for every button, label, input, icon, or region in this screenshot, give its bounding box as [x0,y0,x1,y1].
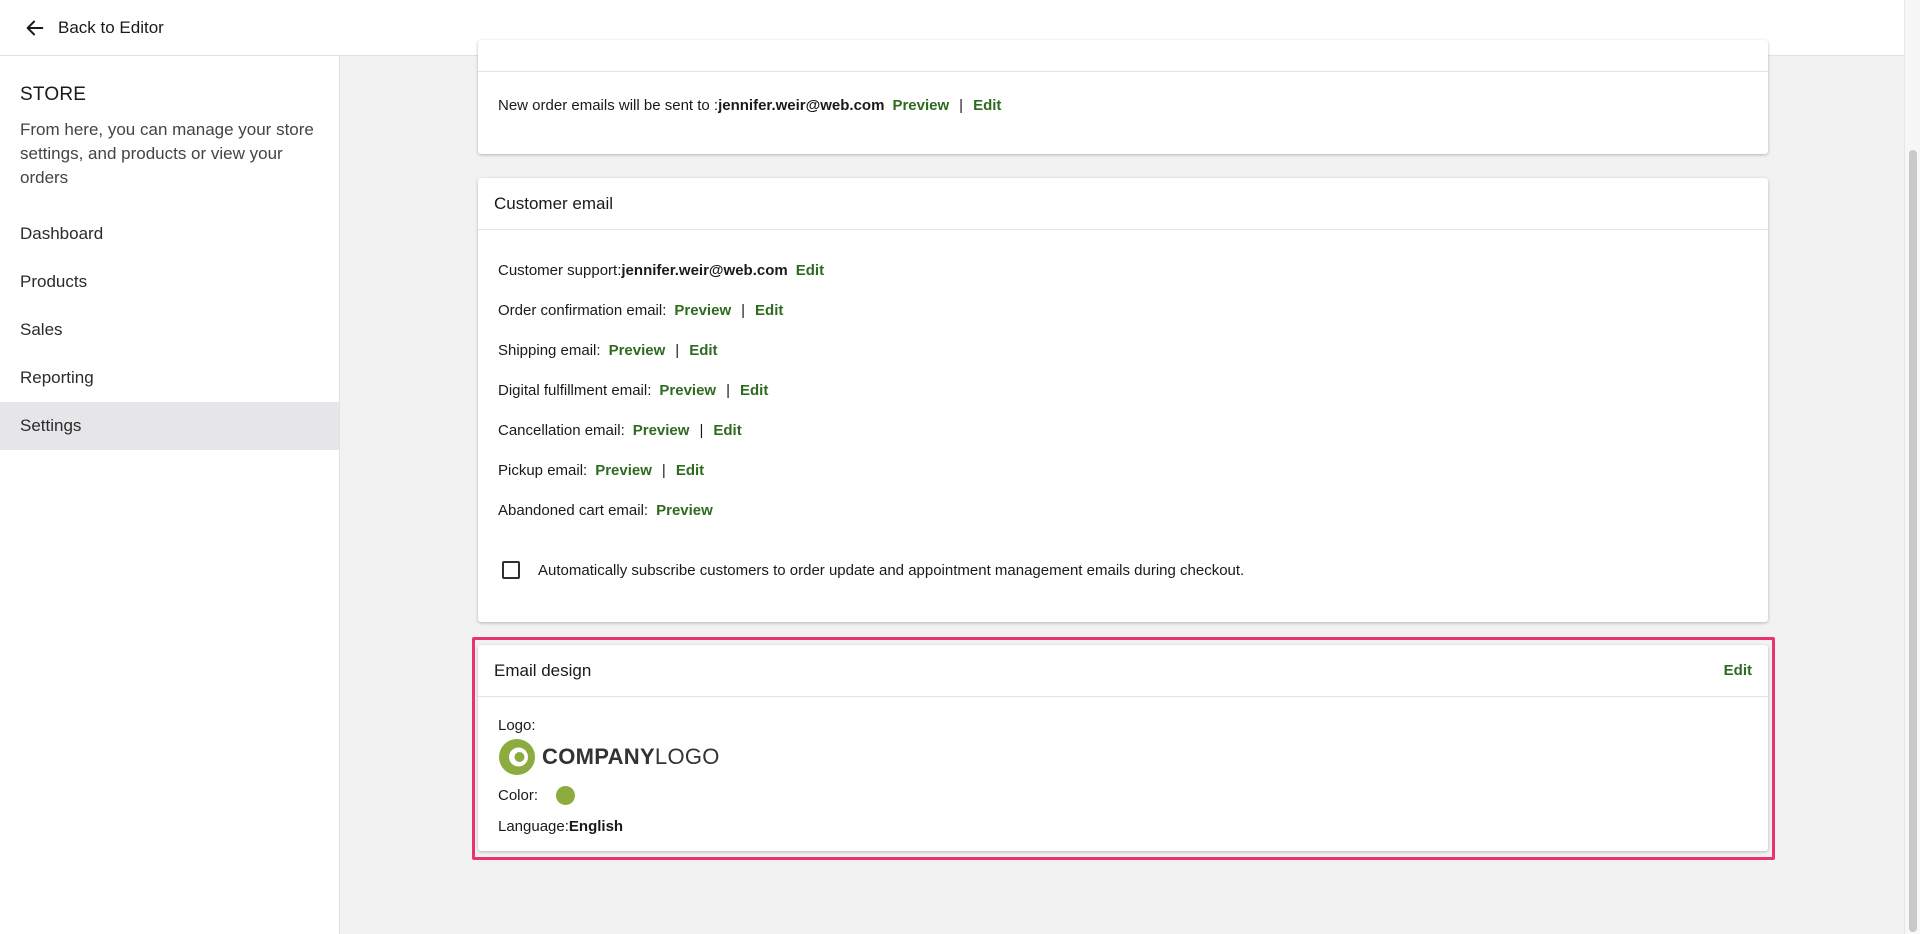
customer-email-title: Customer email [494,193,614,213]
owner-email-card: New order emails will be sent to : jenni… [478,40,1768,154]
back-to-editor-link[interactable]: Back to Editor [24,17,164,39]
order-confirmation-edit-link[interactable]: Edit [755,302,783,319]
owner-email-prefix: New order emails will be sent to : [498,96,719,114]
order-confirmation-separator: | [741,301,746,319]
pickup-email-preview-link[interactable]: Preview [595,462,652,479]
customer-support-edit-link[interactable]: Edit [796,262,824,279]
page-scrollbar[interactable] [1904,0,1920,934]
abandoned-cart-label: Abandoned cart email: [498,501,649,519]
auto-subscribe-row: Automatically subscribe customers to ord… [478,550,1768,590]
sidebar-description: From here, you can manage your store set… [20,120,314,187]
auto-subscribe-checkbox[interactable] [502,561,520,579]
owner-email-address: jennifer.weir@web.com [718,96,885,114]
cancellation-email-preview-link[interactable]: Preview [633,422,690,439]
digital-fulfillment-preview-link[interactable]: Preview [659,382,716,399]
sidebar: STORE From here, you can manage your sto… [0,56,340,934]
digital-fulfillment-row: Digital fulfillment email: Preview | Edi… [478,370,1768,410]
digital-fulfillment-edit-link[interactable]: Edit [740,382,768,399]
customer-support-email: jennifer.weir@web.com [621,261,788,279]
shipping-email-edit-link[interactable]: Edit [689,342,717,359]
arrow-left-icon [26,20,44,35]
abandoned-cart-row: Abandoned cart email: Preview [478,490,1768,530]
cancellation-email-edit-link[interactable]: Edit [713,422,741,439]
pickup-email-separator: | [661,461,666,479]
cancellation-email-row: Cancellation email: Preview | Edit [478,410,1768,450]
shipping-email-separator: | [675,341,680,359]
order-confirmation-preview-link[interactable]: Preview [674,302,731,319]
digital-fulfillment-separator: | [726,381,731,399]
sidebar-nav: Dashboard Products Sales Reporting Setti… [0,210,339,450]
back-to-editor-label: Back to Editor [58,17,164,37]
sidebar-item-sales[interactable]: Sales [0,306,339,354]
pickup-email-edit-link[interactable]: Edit [676,462,704,479]
owner-email-row: New order emails will be sent to : jenni… [478,85,1768,125]
shipping-email-row: Shipping email: Preview | Edit [478,330,1768,370]
owner-email-edit-link[interactable]: Edit [973,97,1001,114]
scrollbar-thumb[interactable] [1909,150,1917,932]
abandoned-cart-preview-link[interactable]: Preview [656,502,713,519]
owner-email-separator: | [959,96,964,114]
sidebar-title: STORE [20,84,87,105]
pickup-email-label: Pickup email: [498,461,588,479]
shipping-email-preview-link[interactable]: Preview [609,342,666,359]
email-design-highlight [472,637,1775,860]
sidebar-item-settings[interactable]: Settings [0,402,339,450]
customer-support-label: Customer support: [498,261,622,279]
sidebar-item-products[interactable]: Products [0,258,339,306]
cancellation-email-label: Cancellation email: [498,421,625,439]
digital-fulfillment-label: Digital fulfillment email: [498,381,652,399]
customer-email-card: Customer email Customer support: jennife… [478,178,1768,622]
order-confirmation-row: Order confirmation email: Preview | Edit [478,290,1768,330]
cancellation-email-separator: | [699,421,704,439]
sidebar-item-reporting[interactable]: Reporting [0,354,339,402]
customer-support-row: Customer support: jennifer.weir@web.com … [478,250,1768,290]
order-confirmation-label: Order confirmation email: [498,301,667,319]
customer-email-header: Customer email [478,178,1768,230]
sidebar-item-dashboard[interactable]: Dashboard [0,210,339,258]
shipping-email-label: Shipping email: [498,341,601,359]
auto-subscribe-label: Automatically subscribe customers to ord… [538,561,1245,579]
owner-email-preview-link[interactable]: Preview [892,97,949,114]
pickup-email-row: Pickup email: Preview | Edit [478,450,1768,490]
